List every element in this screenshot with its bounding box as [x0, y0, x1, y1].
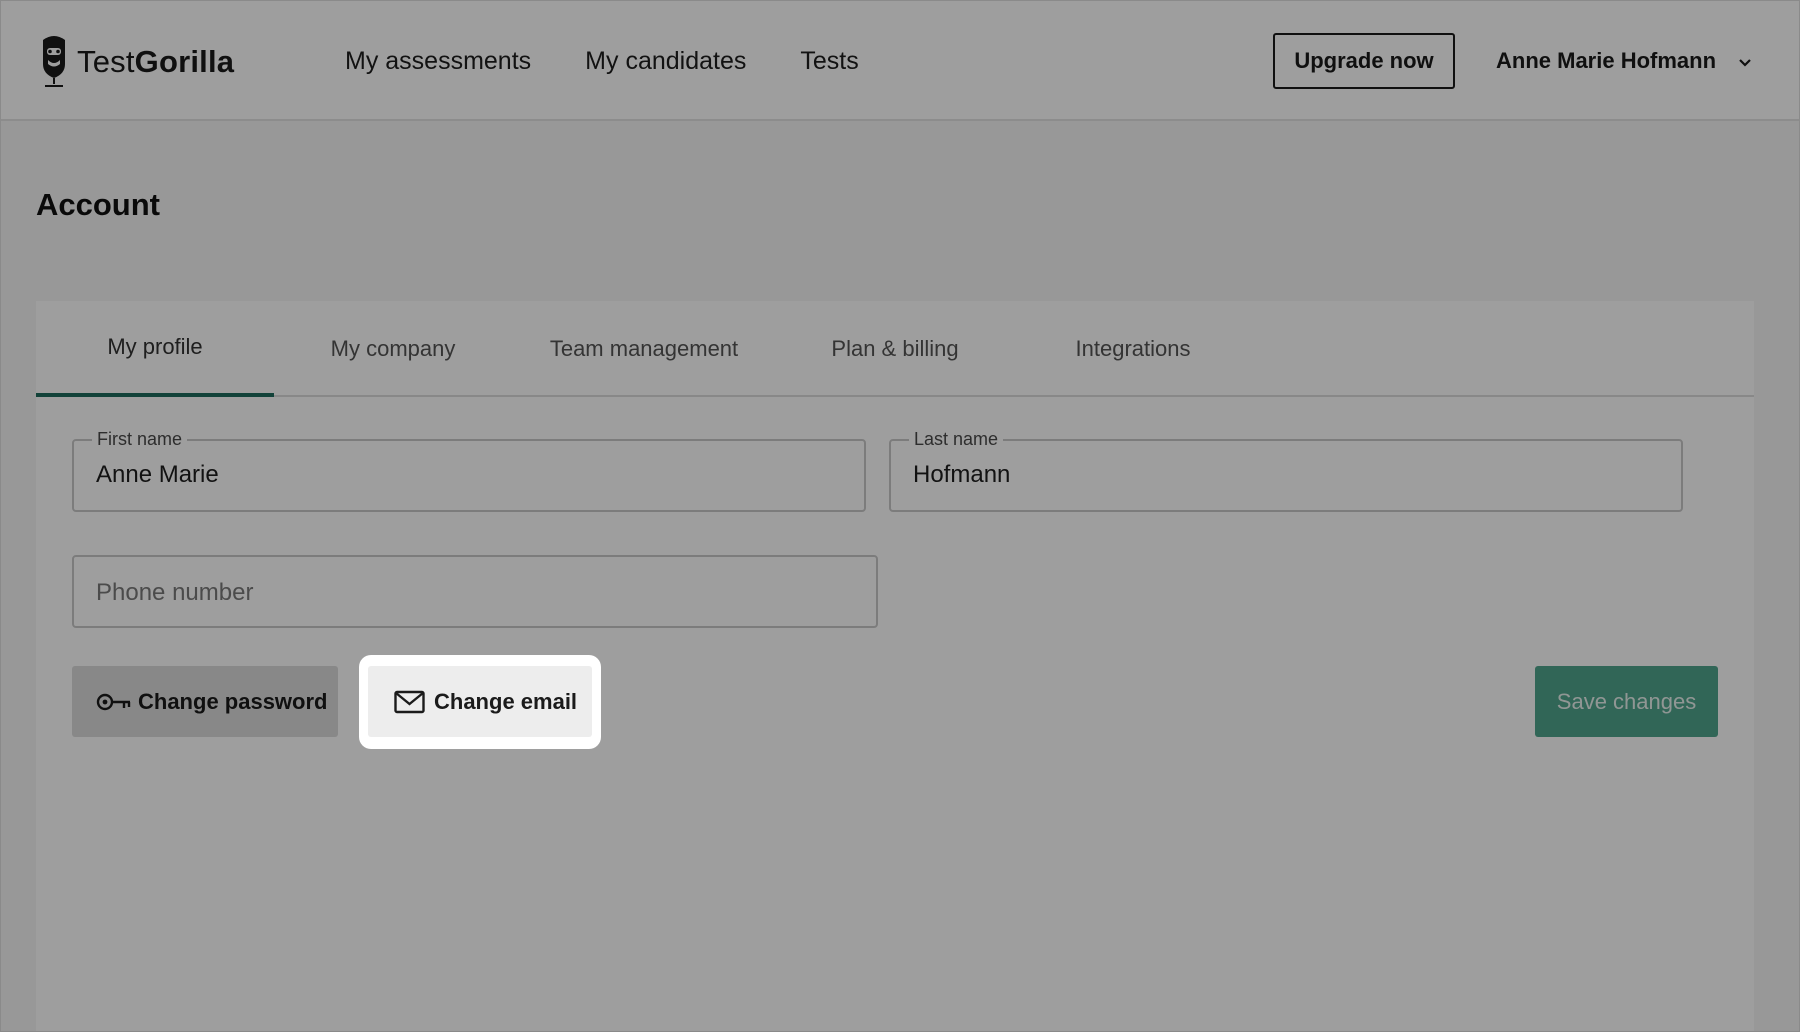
- change-password-label: Change password: [138, 688, 328, 714]
- user-menu[interactable]: Anne Marie Hofmann: [1496, 41, 1752, 81]
- change-email-button[interactable]: Change email: [368, 666, 592, 737]
- chevron-down-icon: [1738, 48, 1752, 74]
- first-name-label: First name: [92, 429, 188, 450]
- key-icon: [96, 691, 132, 713]
- mail-icon: [394, 690, 425, 714]
- upgrade-now-button[interactable]: Upgrade now: [1273, 33, 1455, 89]
- phone-number-field[interactable]: Phone number: [72, 555, 878, 628]
- account-tabs: My profile My company Team management Pl…: [36, 301, 1754, 397]
- save-changes-button[interactable]: Save changes: [1535, 666, 1718, 737]
- change-password-button[interactable]: Change password: [72, 666, 338, 737]
- testgorilla-logo[interactable]: TestGorilla: [39, 33, 234, 91]
- gorilla-icon: [43, 36, 65, 87]
- first-name-field[interactable]: First name Anne Marie: [72, 429, 866, 512]
- tab-plan-billing[interactable]: Plan & billing: [776, 301, 1014, 397]
- tab-my-profile[interactable]: My profile: [36, 301, 274, 397]
- logo-wordmark: TestGorilla: [77, 44, 235, 79]
- nav-my-candidates[interactable]: My candidates: [585, 41, 746, 81]
- last-name-field[interactable]: Last name Hofmann: [889, 429, 1683, 512]
- last-name-label: Last name: [909, 429, 1004, 450]
- nav-tests[interactable]: Tests: [800, 41, 858, 81]
- change-email-label: Change email: [434, 688, 578, 714]
- user-name: Anne Marie Hofmann: [1496, 48, 1717, 73]
- nav-my-assessments[interactable]: My assessments: [345, 41, 531, 81]
- last-name-value: Hofmann: [913, 461, 1011, 488]
- page-title: Account: [36, 187, 160, 222]
- tab-team-management[interactable]: Team management: [512, 301, 776, 397]
- tab-integrations[interactable]: Integrations: [1014, 301, 1252, 397]
- main-nav: My assessments My candidates Tests: [345, 41, 913, 81]
- app-window: TestGorilla My assessments My candidates…: [0, 0, 1800, 1032]
- phone-number-placeholder: Phone number: [96, 579, 254, 606]
- top-navigation-bar: TestGorilla My assessments My candidates…: [1, 1, 1799, 121]
- tab-my-company[interactable]: My company: [274, 301, 512, 397]
- first-name-value: Anne Marie: [96, 461, 219, 488]
